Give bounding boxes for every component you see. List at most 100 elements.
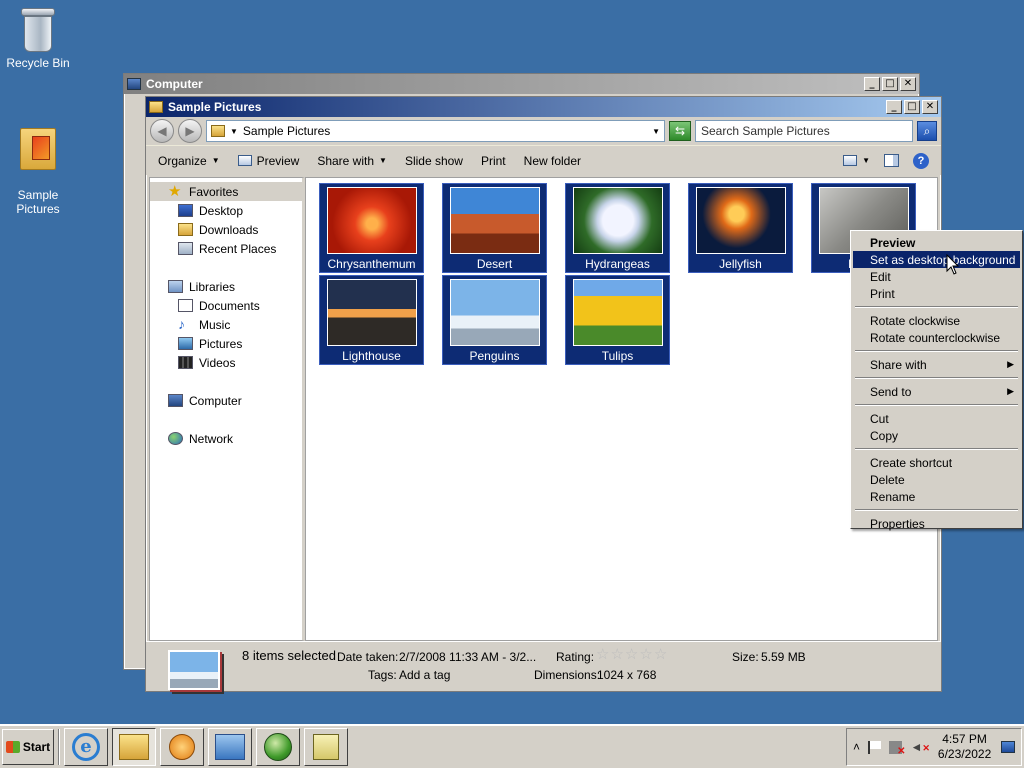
nav-item-network[interactable]: Network [150, 429, 302, 448]
recent-places-icon [178, 242, 193, 255]
computer-window-titlebar[interactable]: Computer _ □ ✕ [124, 74, 919, 94]
file-item-desert[interactable]: Desert [442, 183, 547, 273]
star-icon[interactable]: ☆ [625, 646, 639, 663]
new-folder-button[interactable]: New folder [524, 154, 581, 168]
nav-item-libraries[interactable]: Libraries [150, 277, 302, 296]
server-manager-button[interactable] [208, 728, 252, 766]
desktop-icon-recycle-bin[interactable]: Recycle Bin [0, 8, 76, 70]
menu-item-edit[interactable]: Edit [853, 268, 1020, 285]
action-center-flag-icon[interactable] [868, 740, 881, 754]
file-item-lighthouse[interactable]: Lighthouse [319, 275, 424, 365]
desktop-icon-label: Recycle Bin [6, 56, 70, 70]
network-disconnected-icon[interactable] [888, 740, 905, 757]
preview-button[interactable]: Preview [237, 154, 299, 168]
thumbnail-image [449, 279, 540, 346]
menu-item-print[interactable]: Print [853, 285, 1020, 302]
nav-item-recent-places[interactable]: Recent Places [150, 239, 302, 258]
maximize-button[interactable]: □ [882, 77, 898, 91]
minimize-button[interactable]: _ [886, 100, 902, 114]
menu-item-send-to[interactable]: Send to ▶ [853, 383, 1020, 400]
libraries-icon [168, 280, 183, 293]
window-titlebar[interactable]: Sample Pictures _ □ ✕ [146, 97, 941, 117]
file-list[interactable]: Chrysanthemum Desert Hydrangeas Jellyfis… [305, 177, 938, 641]
show-desktop-icon[interactable] [1001, 741, 1015, 753]
chevron-down-icon: ▼ [379, 156, 387, 165]
search-input[interactable]: Search Sample Pictures [695, 120, 913, 142]
volume-muted-icon[interactable]: ◄ [910, 740, 929, 754]
star-icon[interactable]: ☆ [639, 646, 653, 663]
forward-button[interactable]: ▶ [178, 119, 202, 143]
nav-item-videos[interactable]: Videos [150, 353, 302, 372]
back-button[interactable]: ◀ [150, 119, 174, 143]
file-item-penguins[interactable]: Penguins [442, 275, 547, 365]
media-player-button[interactable] [160, 728, 204, 766]
thumbnail-image [326, 279, 417, 346]
close-button[interactable]: ✕ [922, 100, 938, 114]
menu-item-preview[interactable]: Preview [853, 234, 1020, 251]
rating-stars[interactable]: ☆☆☆☆☆ [596, 645, 668, 663]
file-label: Desert [476, 257, 513, 271]
refresh-icon: ⇆ [674, 124, 686, 138]
windows-orb-button[interactable] [256, 728, 300, 766]
address-bar[interactable]: ▼ Sample Pictures ▼ [206, 120, 665, 142]
change-view-button[interactable]: ▼ [843, 155, 870, 166]
nav-item-music[interactable]: ♪ Music [150, 315, 302, 334]
nav-item-desktop[interactable]: Desktop [150, 201, 302, 220]
file-item-chrysanthemum[interactable]: Chrysanthemum [319, 183, 424, 273]
nav-label: Desktop [199, 203, 244, 218]
slide-show-button[interactable]: Slide show [405, 154, 463, 168]
file-item-jellyfish[interactable]: Jellyfish [688, 183, 793, 273]
desktop-icon-sample-pictures[interactable]: Sample Pictures [0, 110, 76, 230]
nav-item-pictures[interactable]: Pictures [150, 334, 302, 353]
thumbnail-image [326, 187, 417, 254]
menu-item-label: Share with [870, 357, 927, 372]
navigation-pane[interactable]: ★ Favorites Desktop Downloads Recent Plac… [149, 177, 305, 641]
organize-button[interactable]: Organize ▼ [158, 154, 220, 168]
windows-explorer-button[interactable] [112, 728, 156, 766]
internet-explorer-button[interactable]: e [64, 728, 108, 766]
control-panel-button[interactable] [304, 728, 348, 766]
menu-item-label: Send to [870, 384, 912, 399]
refresh-button[interactable]: ⇆ [669, 121, 691, 141]
thumbnail-image [572, 187, 663, 254]
help-icon[interactable]: ? [913, 152, 929, 169]
nav-item-computer[interactable]: Computer [150, 391, 302, 410]
chevron-up-icon[interactable]: ˄ [853, 740, 860, 754]
menu-item-set-as-desktop-background[interactable]: Set as desktop background [853, 251, 1020, 268]
sample-pictures-window[interactable]: Sample Pictures _ □ ✕ ◀ ▶ ▼ Sample Pictu… [145, 96, 942, 692]
tags-value[interactable]: Add a tag [399, 668, 450, 682]
menu-item-rotate-clockwise[interactable]: Rotate clockwise [853, 312, 1020, 329]
clock[interactable]: 4:57 PM 6/23/2022 [938, 732, 991, 762]
chevron-down-icon[interactable]: ▼ [230, 127, 238, 136]
star-icon[interactable]: ☆ [654, 646, 668, 663]
context-menu[interactable]: Preview Set as desktop background Edit P… [850, 230, 1023, 532]
menu-item-properties[interactable]: Properties [853, 515, 1020, 532]
share-with-button[interactable]: Share with ▼ [317, 154, 387, 168]
address-history-dropdown-icon[interactable]: ▼ [652, 127, 660, 136]
close-button[interactable]: ✕ [900, 77, 916, 91]
menu-item-share-with[interactable]: Share with ▶ [853, 356, 1020, 373]
star-icon[interactable]: ☆ [596, 646, 610, 663]
file-label: Chrysanthemum [327, 257, 416, 271]
print-button[interactable]: Print [481, 154, 506, 168]
minimize-button[interactable]: _ [864, 77, 880, 91]
nav-item-documents[interactable]: Documents [150, 296, 302, 315]
menu-item-copy[interactable]: Copy [853, 427, 1020, 444]
menu-item-cut[interactable]: Cut [853, 410, 1020, 427]
nav-item-favorites[interactable]: ★ Favorites [150, 182, 302, 201]
menu-item-create-shortcut[interactable]: Create shortcut [853, 454, 1020, 471]
arrow-left-icon: ◀ [157, 124, 167, 138]
nav-item-downloads[interactable]: Downloads [150, 220, 302, 239]
file-item-hydrangeas[interactable]: Hydrangeas [565, 183, 670, 273]
organize-label: Organize [158, 153, 207, 168]
maximize-button[interactable]: □ [904, 100, 920, 114]
start-button[interactable]: Start [2, 729, 54, 765]
preview-pane-icon[interactable] [884, 154, 899, 167]
menu-item-rotate-counterclockwise[interactable]: Rotate counterclockwise [853, 329, 1020, 346]
star-icon[interactable]: ☆ [610, 646, 624, 663]
menu-item-rename[interactable]: Rename [853, 488, 1020, 505]
menu-item-delete[interactable]: Delete [853, 471, 1020, 488]
date-taken-value[interactable]: 2/7/2008 11:33 AM - 3/2... [399, 650, 536, 664]
search-button[interactable]: ⌕ [917, 121, 937, 141]
file-item-tulips[interactable]: Tulips [565, 275, 670, 365]
